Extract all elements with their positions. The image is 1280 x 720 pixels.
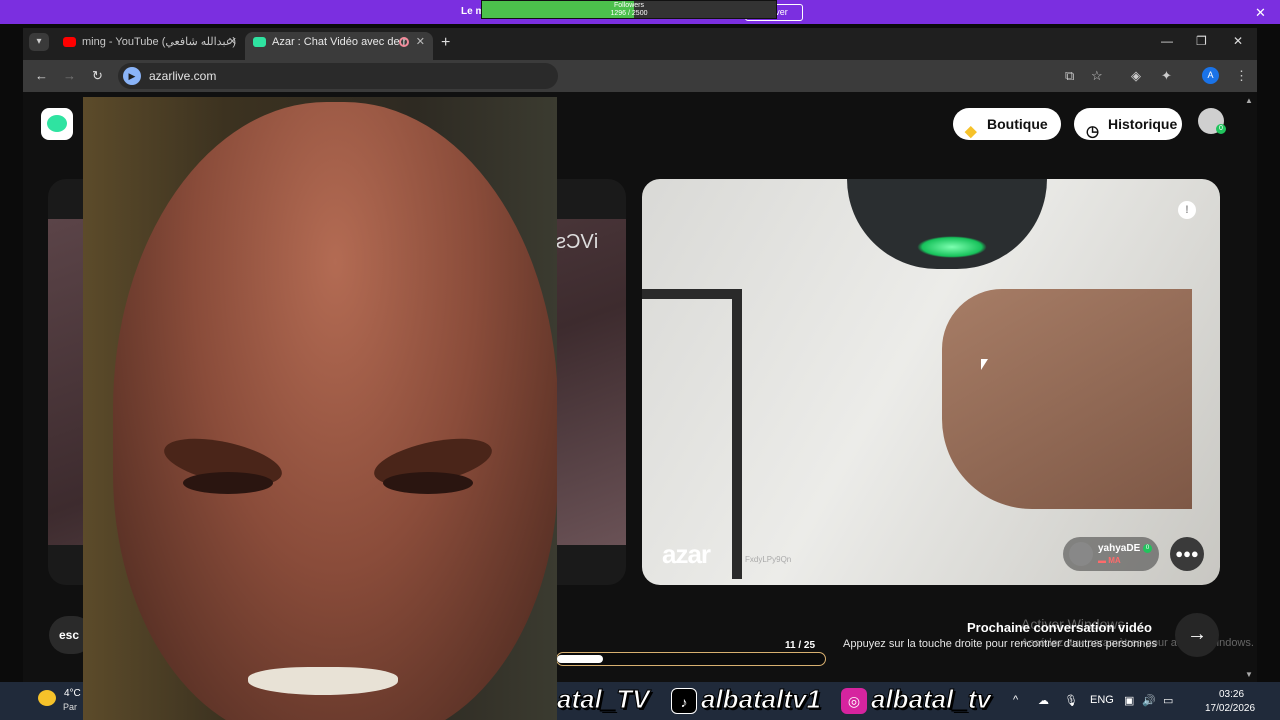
boutique-label: Boutique [987, 116, 1048, 132]
reload-icon[interactable]: ↻ [92, 68, 103, 84]
followers-title: Followers [614, 2, 644, 9]
restore-icon[interactable]: ❐ [1196, 34, 1207, 48]
tab-title: ming - YouTube (عبدالله شافعي) [82, 36, 237, 48]
weather-temperature: 4°C [64, 688, 81, 699]
page-scrollbar[interactable]: ▲ ▼ [1243, 96, 1255, 680]
tray-chevron-up-icon[interactable]: ^ [1013, 694, 1018, 706]
progress-fill [557, 655, 603, 663]
character-teeth [248, 667, 398, 695]
microphone-icon[interactable]: 🎙 [1064, 694, 1078, 707]
minimize-icon[interactable]: — [1161, 34, 1173, 48]
screen: Le m Activer ✕ Followers 1296 / 2500 ▾ m… [0, 0, 1280, 720]
azar-logo[interactable] [41, 108, 73, 140]
peer-country-code: MA [1108, 556, 1121, 565]
next-conversation-subtitle: Appuyez sur la touche droite pour rencon… [843, 638, 1157, 650]
forward-icon[interactable]: → [63, 68, 76, 83]
stream-social-overlay: atal_TV ♪ albataltv1 ◎ albatal_tv [557, 682, 1009, 720]
partner-video-card: ! azar FxdyLPy9Qn yahyaDE 0 ▬ MA ●●● [642, 179, 1220, 585]
boutique-button[interactable]: ◆ Boutique [953, 108, 1061, 140]
video-arm-shape [942, 289, 1192, 509]
extensions-puzzle-icon[interactable]: ✦ [1161, 68, 1172, 84]
window-close-icon[interactable]: ✕ [1233, 34, 1243, 48]
tab-search-chevron-icon[interactable]: ▾ [29, 33, 49, 51]
youtube-icon [63, 37, 76, 48]
mirrored-background-text: iVCs [556, 231, 599, 253]
partial-handle: atal_TV [557, 684, 650, 715]
address-bar[interactable]: ▶ azarlive.com [118, 63, 558, 89]
historique-label: Historique [1108, 116, 1178, 132]
mouse-cursor [981, 359, 988, 370]
site-info-icon[interactable]: ▶ [123, 67, 141, 85]
menu-kebab-icon[interactable]: ⋮ [1235, 68, 1248, 84]
chat-bubble-icon[interactable]: ●●● [1170, 537, 1204, 571]
webcam-overlay [83, 97, 557, 720]
video-table-shape [642, 289, 742, 579]
instagram-icon: ◎ [841, 688, 867, 714]
next-arrow-button[interactable]: → [1175, 613, 1219, 657]
url-text: azarlive.com [149, 69, 217, 83]
progress-current: 11 [785, 640, 796, 651]
profile-avatar[interactable]: A [1202, 67, 1219, 84]
bookmark-star-icon[interactable]: ☆ [1091, 68, 1103, 84]
watermark-id: FxdyLPy9Qn [745, 555, 792, 564]
progress-counter: 11 / 25 [785, 640, 815, 651]
peer-country: ▬ MA [1098, 556, 1121, 565]
instagram-handle: albatal_tv [871, 684, 992, 715]
tab-title: Azar : Chat Vidéo avec de n [272, 36, 409, 48]
clock-date: 17/02/2026 [1205, 703, 1256, 714]
clock-time: 03:26 [1219, 689, 1245, 700]
scroll-down-icon[interactable]: ▼ [1245, 670, 1253, 679]
followers-label: Followers 1296 / 2500 [482, 2, 776, 18]
volume-icon[interactable]: 🔊 [1142, 694, 1156, 707]
gem-icon: ◆ [965, 123, 977, 140]
progress-track [556, 652, 826, 666]
network-icon[interactable]: ▣ [1124, 694, 1134, 707]
peer-avatar [1069, 542, 1093, 566]
weather-icon[interactable] [38, 690, 56, 706]
progress-total: / 25 [798, 640, 816, 651]
recording-icon [399, 37, 409, 47]
user-avatar[interactable]: 0 [1198, 108, 1226, 134]
browser-toolbar: ← → ↻ ▶ azarlive.com ⧉ ☆ ◈ ✦ A ⋮ [23, 60, 1257, 92]
language-indicator[interactable]: ENG [1090, 694, 1114, 706]
azar-icon [253, 37, 266, 48]
report-alert-icon[interactable]: ! [1178, 201, 1196, 219]
install-app-icon[interactable]: ⧉ [1065, 68, 1074, 84]
new-tab-icon[interactable]: + [441, 34, 450, 52]
video-green-light [917, 236, 987, 258]
tab-strip: ▾ ming - YouTube (عبدالله شافعي) ✕ Azar … [23, 28, 1257, 60]
tab-close-icon[interactable]: ✕ [416, 32, 425, 52]
extension-shield-icon[interactable]: ◈ [1131, 68, 1141, 84]
weather-condition: Par [63, 702, 78, 712]
cloud-icon[interactable]: ☁ [1038, 694, 1049, 707]
back-icon[interactable]: ← [35, 68, 48, 83]
peer-info-chip[interactable]: yahyaDE 0 ▬ MA [1063, 537, 1159, 571]
character-right-eye [383, 472, 473, 494]
clock-icon: ◷ [1086, 123, 1100, 140]
character-left-eye [183, 472, 273, 494]
tiktok-icon: ♪ [671, 688, 697, 714]
avatar-badge: 0 [1216, 124, 1226, 134]
historique-button[interactable]: ◷ Historique [1074, 108, 1182, 140]
battery-icon[interactable]: ▭ [1163, 694, 1173, 707]
tab-close-icon[interactable]: ✕ [228, 32, 237, 52]
next-conversation-title: Prochaine conversation vidéo [967, 620, 1152, 635]
followers-goal-widget: Followers 1296 / 2500 [481, 0, 777, 19]
close-icon[interactable]: ✕ [1255, 5, 1266, 21]
azar-watermark: azar [662, 539, 711, 569]
tiktok-handle: albataltv1 [701, 684, 822, 715]
tab-azar[interactable]: Azar : Chat Vidéo avec de n ✕ [245, 32, 433, 60]
peer-badge: 0 [1143, 544, 1152, 553]
followers-count: 1296 / 2500 [610, 10, 648, 17]
scroll-up-icon[interactable]: ▲ [1245, 96, 1253, 105]
tab-youtube[interactable]: ming - YouTube (عبدالله شافعي) ✕ [55, 32, 245, 60]
peer-name: yahyaDE [1098, 543, 1141, 554]
character-head [113, 102, 557, 720]
